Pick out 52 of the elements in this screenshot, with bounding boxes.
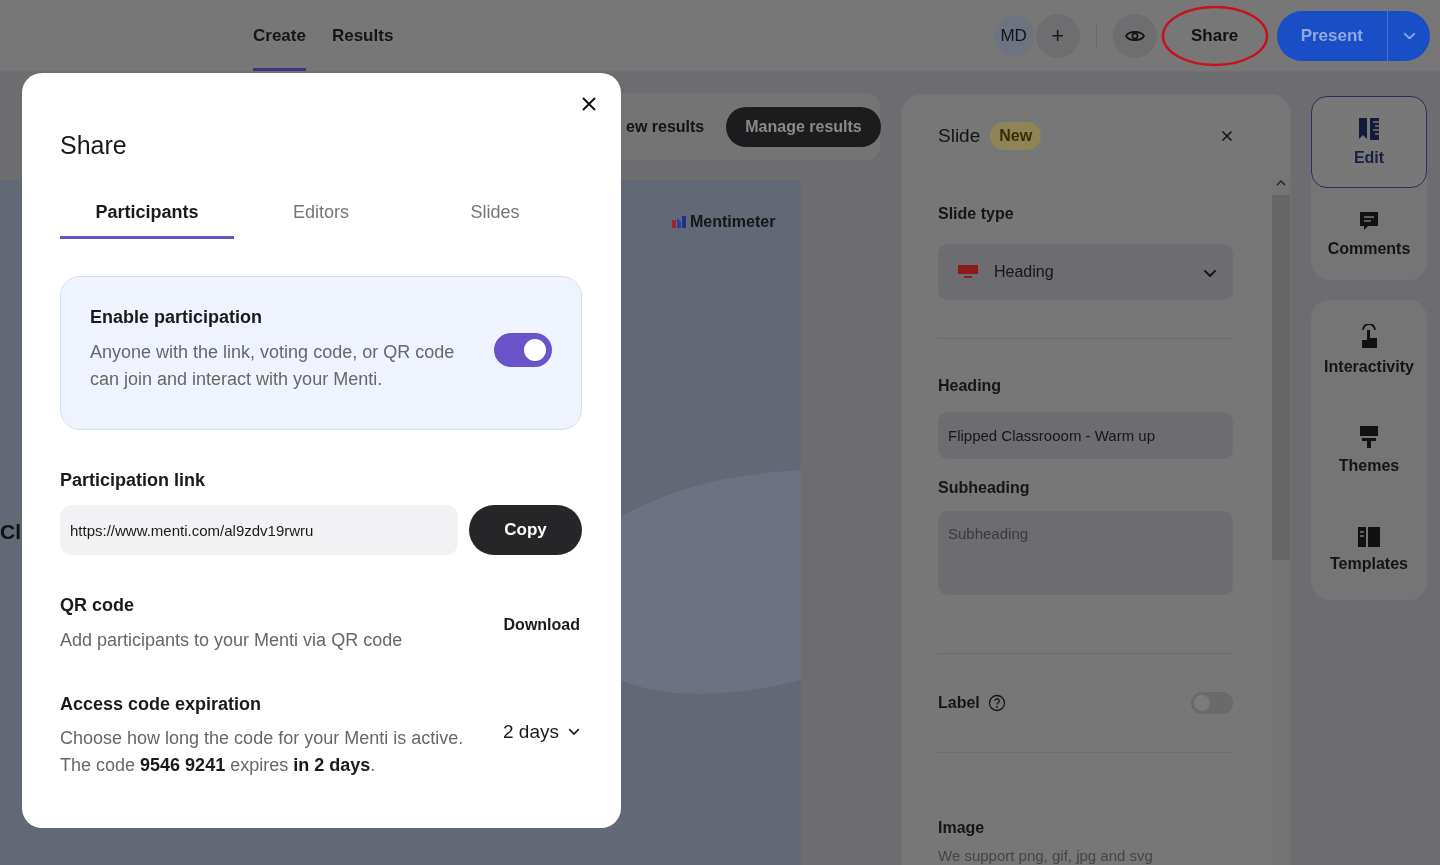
sidebar-item[interactable]: Edit [1311, 96, 1427, 188]
panel-title: Slide [938, 125, 981, 147]
caret-icon [1402, 31, 1416, 40]
new-badge: New [990, 122, 1042, 150]
subheading-field[interactable]: Subheading [938, 511, 1233, 595]
dialog-tab[interactable]: Editors [234, 188, 408, 239]
sidebar-item[interactable]: Templates [1311, 500, 1427, 600]
expiration-description: Choose how long the code for your Menti is active. The code 9546 9241 expires in 2 days. [60, 727, 465, 777]
paint-roller-icon [1359, 425, 1379, 449]
slide-type-dropdown[interactable]: Heading [938, 244, 1233, 300]
dialog-tab[interactable]: Participants [60, 188, 234, 239]
templates-icon [1358, 527, 1380, 547]
add-collaborator-button[interactable]: + [1035, 13, 1080, 58]
section-title: Access code expiration [60, 694, 262, 714]
duration-dropdown[interactable]: 2 days [503, 721, 580, 743]
heading-field[interactable]: Flipped Classrooom - Warm up [938, 412, 1233, 459]
qr-description: Add participants to your Menti via QR code [60, 629, 403, 652]
bookmark-ruler-icon [1357, 117, 1381, 141]
brand-logo: Mentimeter [672, 213, 776, 231]
comment-icon [1358, 210, 1380, 232]
section-title: Participation link [60, 470, 206, 490]
user-avatar[interactable]: MD [991, 13, 1036, 58]
field-label: Slide type [938, 205, 1015, 223]
help-icon[interactable] [987, 694, 1006, 712]
dialog-title: Share [60, 131, 128, 160]
link-field[interactable]: https://www.menti.com/al9zdv19rwru [60, 505, 458, 555]
participation-toggle[interactable] [494, 333, 552, 367]
slide-heading: Cl [0, 520, 21, 544]
dialog-tab[interactable]: Slides [408, 188, 582, 239]
scroll-up-icon[interactable] [1276, 179, 1286, 186]
sidebar-item[interactable]: Themes [1311, 400, 1427, 500]
field-label: Image [938, 819, 986, 837]
section-title: Enable participation [90, 307, 264, 328]
sidebar-item[interactable]: Comments [1311, 188, 1427, 280]
nav-tab[interactable]: Results [331, 0, 394, 71]
eye-icon [1124, 28, 1145, 43]
share-button[interactable]: Share [1160, 4, 1269, 67]
logo-icon [672, 216, 686, 228]
close-icon[interactable] [581, 96, 597, 112]
download-button[interactable]: Download [503, 615, 580, 634]
caret-icon [1203, 268, 1217, 277]
field-label: Label [938, 694, 980, 712]
manage-results-button[interactable]: Manage results [726, 106, 881, 147]
caret-icon [568, 728, 580, 736]
field-label: Heading [938, 377, 1003, 395]
sidebar-item[interactable]: Interactivity [1311, 300, 1427, 400]
copy-button[interactable]: Copy [469, 505, 582, 555]
participation-description: Anyone with the link, voting code, or QR code can join and interact with your Menti. [90, 341, 456, 391]
field-label: Subheading [938, 479, 1031, 497]
section-title: QR code [60, 595, 135, 616]
slide-type-icon [958, 265, 978, 279]
view-results-link[interactable]: ew results [626, 117, 705, 136]
